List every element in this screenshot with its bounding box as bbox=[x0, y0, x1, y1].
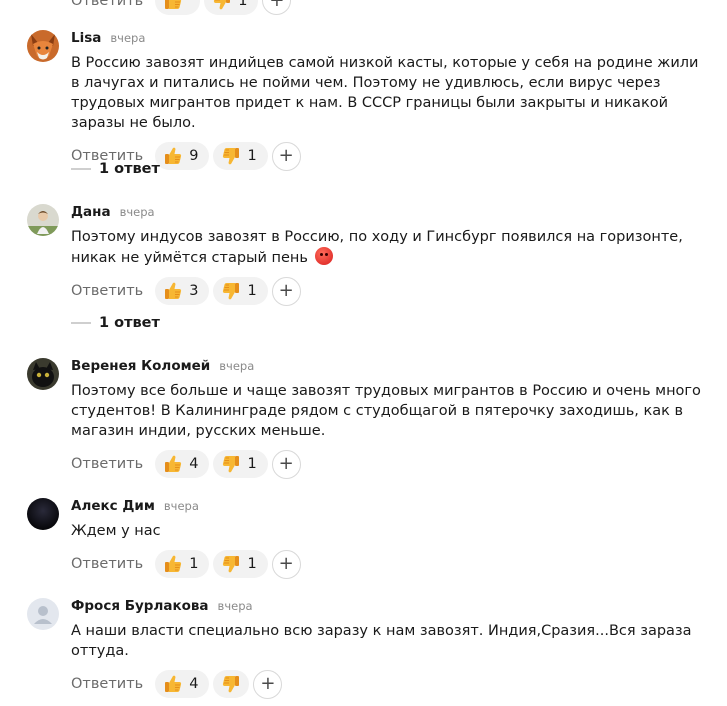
author-name[interactable]: Веренея Коломей bbox=[71, 358, 210, 374]
thumbs-up-icon bbox=[163, 281, 183, 301]
author-name[interactable]: Lisa bbox=[71, 30, 101, 46]
dislike-count: 1 bbox=[247, 148, 257, 164]
thumbs-up-icon bbox=[163, 674, 183, 694]
comment-time: вчера bbox=[119, 205, 155, 219]
like-button[interactable] bbox=[155, 0, 201, 15]
dislike-button[interactable]: 1 bbox=[204, 0, 259, 15]
reply-button[interactable]: Ответить bbox=[71, 676, 143, 692]
avatar[interactable] bbox=[27, 358, 59, 390]
reply-button[interactable]: Ответить bbox=[71, 456, 143, 472]
plus-icon: + bbox=[260, 673, 276, 694]
comment-time: вчера bbox=[163, 499, 199, 513]
author-name[interactable]: Фрося Бурлакова bbox=[71, 598, 209, 614]
author-name[interactable]: Дана bbox=[71, 204, 111, 220]
avatar[interactable] bbox=[27, 498, 59, 530]
dislike-count: 1 bbox=[238, 0, 248, 9]
like-count: 9 bbox=[189, 148, 199, 164]
comment-time: вчера bbox=[217, 599, 253, 613]
dislike-button[interactable]: 1 bbox=[213, 277, 268, 305]
add-reaction-button[interactable]: + bbox=[262, 0, 292, 15]
like-button[interactable]: 4 bbox=[155, 670, 210, 698]
thumbs-down-icon bbox=[221, 454, 241, 474]
comment-time: вчера bbox=[110, 31, 146, 45]
like-count: 1 bbox=[189, 556, 199, 572]
dislike-count: 1 bbox=[247, 283, 257, 299]
previous-comment-actions: Ответить 1 + bbox=[71, 0, 292, 15]
thumbs-up-icon bbox=[163, 554, 183, 574]
add-reaction-button[interactable]: + bbox=[253, 669, 283, 699]
comment-text: В Россию завозят индийцев самой низкой к… bbox=[71, 55, 699, 131]
like-button[interactable]: 3 bbox=[155, 277, 210, 305]
replies-count[interactable]: 1 ответ bbox=[99, 161, 160, 177]
add-reaction-button[interactable]: + bbox=[271, 276, 301, 306]
show-replies-button[interactable]: 1 ответ bbox=[71, 161, 160, 177]
author-name[interactable]: Алекс Дим bbox=[71, 498, 155, 514]
add-reaction-button[interactable]: + bbox=[271, 449, 301, 479]
thumbs-down-icon bbox=[221, 554, 241, 574]
plus-icon: + bbox=[278, 145, 294, 166]
thumbs-up-icon bbox=[163, 454, 183, 474]
thumbs-up-icon bbox=[163, 146, 183, 166]
like-count: 4 bbox=[189, 456, 199, 472]
add-reaction-button[interactable]: + bbox=[271, 549, 301, 579]
thumbs-down-icon bbox=[221, 281, 241, 301]
comment-text: Поэтому все больше и чаще завозят трудов… bbox=[71, 383, 701, 439]
angry-face-icon bbox=[314, 247, 333, 265]
like-button[interactable]: 4 bbox=[155, 450, 210, 478]
thumbs-down-icon bbox=[221, 674, 241, 694]
reply-button[interactable]: Ответить bbox=[71, 0, 143, 9]
dislike-button[interactable] bbox=[213, 670, 250, 698]
divider bbox=[71, 168, 91, 170]
avatar[interactable] bbox=[27, 204, 59, 236]
avatar[interactable] bbox=[27, 30, 59, 62]
dislike-count: 1 bbox=[247, 556, 257, 572]
comment-text: Поэтому индусов завозят в Россию, по ход… bbox=[71, 227, 711, 268]
dislike-button[interactable]: 1 bbox=[213, 142, 268, 170]
dislike-count: 1 bbox=[247, 456, 257, 472]
comment-time: вчера bbox=[219, 359, 255, 373]
plus-icon: + bbox=[269, 0, 285, 11]
thumbs-down-icon bbox=[212, 0, 232, 11]
dislike-button[interactable]: 1 bbox=[213, 550, 268, 578]
show-replies-button[interactable]: 1 ответ bbox=[71, 315, 160, 331]
add-reaction-button[interactable]: + bbox=[271, 141, 301, 171]
thumbs-up-icon bbox=[163, 0, 183, 11]
plus-icon: + bbox=[278, 453, 294, 474]
comment-text: Ждем у нас bbox=[71, 523, 161, 539]
comment-text-body: Поэтому индусов завозят в Россию, по ход… bbox=[71, 229, 683, 266]
like-button[interactable]: 9 bbox=[155, 142, 210, 170]
replies-count[interactable]: 1 ответ bbox=[99, 315, 160, 331]
avatar[interactable] bbox=[27, 598, 59, 630]
dislike-button[interactable]: 1 bbox=[213, 450, 268, 478]
reply-button[interactable]: Ответить bbox=[71, 556, 143, 572]
plus-icon: + bbox=[278, 553, 294, 574]
comment-text: А наши власти специально всю заразу к на… bbox=[71, 623, 692, 659]
thumbs-down-icon bbox=[221, 146, 241, 166]
like-button[interactable]: 1 bbox=[155, 550, 210, 578]
divider bbox=[71, 322, 91, 324]
plus-icon: + bbox=[278, 280, 294, 301]
like-count: 3 bbox=[189, 283, 199, 299]
reply-button[interactable]: Ответить bbox=[71, 283, 143, 299]
like-count: 4 bbox=[189, 676, 199, 692]
